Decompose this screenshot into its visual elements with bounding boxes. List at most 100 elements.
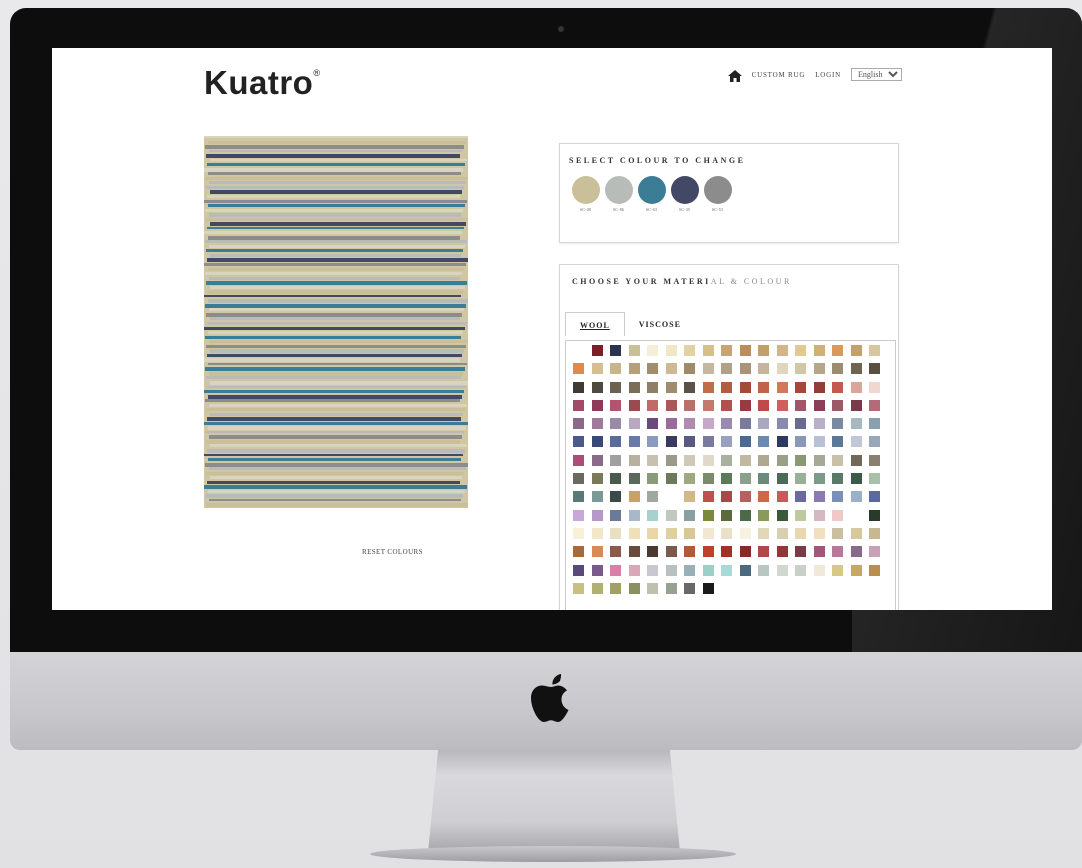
palette-colour[interactable] <box>665 436 677 448</box>
palette-colour[interactable] <box>813 509 825 521</box>
palette-colour[interactable] <box>869 527 880 539</box>
palette-colour[interactable] <box>647 436 658 448</box>
palette-colour[interactable] <box>832 491 843 503</box>
palette-colour[interactable] <box>776 473 788 485</box>
palette-colour[interactable] <box>610 399 621 411</box>
palette-colour[interactable] <box>665 399 677 411</box>
palette-colour[interactable] <box>813 454 825 466</box>
palette-colour[interactable] <box>795 491 806 503</box>
palette-colour[interactable] <box>647 418 658 430</box>
palette-colour[interactable] <box>702 564 714 576</box>
palette-colour[interactable] <box>702 509 714 521</box>
palette-colour[interactable] <box>684 546 695 558</box>
palette-colour[interactable] <box>869 363 880 375</box>
palette-colour[interactable] <box>628 454 640 466</box>
palette-colour[interactable] <box>665 454 677 466</box>
reset-colours-link[interactable]: RESET COLOURS <box>362 548 423 556</box>
palette-colour[interactable] <box>647 381 658 393</box>
palette-colour[interactable] <box>832 345 843 356</box>
palette-colour[interactable] <box>869 491 880 503</box>
palette-colour[interactable] <box>869 509 880 521</box>
palette-colour[interactable] <box>869 473 880 485</box>
palette-colour[interactable] <box>647 363 658 375</box>
palette-colour[interactable] <box>739 546 751 558</box>
palette-colour[interactable] <box>813 345 825 356</box>
palette-colour[interactable] <box>795 473 806 485</box>
palette-colour[interactable] <box>628 381 640 393</box>
palette-colour[interactable] <box>850 454 862 466</box>
colour-swatch[interactable] <box>637 176 666 204</box>
palette-colour[interactable] <box>628 473 640 485</box>
palette-colour[interactable] <box>795 363 806 375</box>
palette-colour[interactable] <box>758 345 769 356</box>
palette-colour[interactable] <box>684 582 695 594</box>
palette-colour[interactable] <box>628 527 640 539</box>
palette-colour[interactable] <box>869 564 880 576</box>
palette-colour[interactable] <box>739 473 751 485</box>
palette-colour[interactable] <box>721 381 732 393</box>
palette-colour[interactable] <box>795 436 806 448</box>
palette-colour[interactable] <box>591 345 603 356</box>
palette-colour[interactable] <box>591 399 603 411</box>
palette-colour[interactable] <box>573 381 584 393</box>
palette-colour[interactable] <box>813 399 825 411</box>
palette-colour[interactable] <box>739 527 751 539</box>
colour-swatch[interactable] <box>604 176 633 204</box>
palette-colour[interactable] <box>813 436 825 448</box>
palette-colour[interactable] <box>721 363 732 375</box>
palette-colour[interactable] <box>573 454 584 466</box>
palette-colour[interactable] <box>758 546 769 558</box>
palette-colour[interactable] <box>684 509 695 521</box>
palette-colour[interactable] <box>776 381 788 393</box>
palette-colour[interactable] <box>869 418 880 430</box>
palette-colour[interactable] <box>850 363 862 375</box>
palette-colour[interactable] <box>739 436 751 448</box>
palette-colour[interactable] <box>702 473 714 485</box>
palette-colour[interactable] <box>665 527 677 539</box>
palette-colour[interactable] <box>832 399 843 411</box>
palette-colour[interactable] <box>758 381 769 393</box>
palette-colour[interactable] <box>869 399 880 411</box>
palette-colour[interactable] <box>647 473 658 485</box>
palette-colour[interactable] <box>758 363 769 375</box>
palette-colour[interactable] <box>628 363 640 375</box>
palette-colour[interactable] <box>758 473 769 485</box>
palette-colour[interactable] <box>610 564 621 576</box>
palette-colour[interactable] <box>795 527 806 539</box>
palette-colour[interactable] <box>573 491 584 503</box>
palette-colour[interactable] <box>591 491 603 503</box>
palette-colour[interactable] <box>665 564 677 576</box>
swatch-item[interactable]: SC-35 <box>669 176 700 212</box>
palette-colour[interactable] <box>591 546 603 558</box>
language-select[interactable]: English <box>851 68 902 81</box>
palette-colour[interactable] <box>702 399 714 411</box>
palette-colour[interactable] <box>628 509 640 521</box>
palette-colour[interactable] <box>628 399 640 411</box>
palette-colour[interactable] <box>665 473 677 485</box>
palette-colour[interactable] <box>702 454 714 466</box>
palette-colour[interactable] <box>739 363 751 375</box>
palette-colour[interactable] <box>832 564 843 576</box>
palette-colour[interactable] <box>647 509 658 521</box>
palette-colour[interactable] <box>795 418 806 430</box>
palette-colour[interactable] <box>795 454 806 466</box>
palette-colour[interactable] <box>869 345 880 356</box>
palette-colour[interactable] <box>776 454 788 466</box>
palette-colour[interactable] <box>647 582 658 594</box>
colour-swatch[interactable] <box>571 176 600 204</box>
palette-colour[interactable] <box>721 436 732 448</box>
palette-colour[interactable] <box>739 509 751 521</box>
login-link[interactable]: LOGIN <box>815 71 841 79</box>
palette-colour[interactable] <box>813 473 825 485</box>
palette-colour[interactable] <box>610 454 621 466</box>
palette-colour[interactable] <box>721 454 732 466</box>
palette-colour[interactable] <box>721 546 732 558</box>
palette-colour[interactable] <box>776 436 788 448</box>
palette-colour[interactable] <box>832 436 843 448</box>
palette-colour[interactable] <box>739 418 751 430</box>
palette-colour[interactable] <box>591 473 603 485</box>
palette-colour[interactable] <box>869 454 880 466</box>
palette-colour[interactable] <box>795 399 806 411</box>
palette-colour[interactable] <box>647 527 658 539</box>
palette-colour[interactable] <box>591 363 603 375</box>
